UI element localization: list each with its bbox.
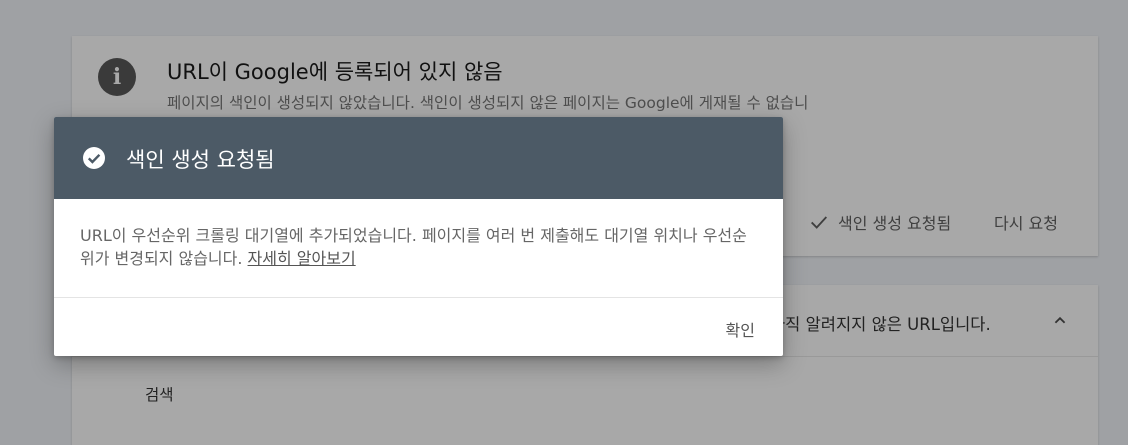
search-label: 검색 [145, 386, 174, 404]
section-divider [72, 356, 1098, 357]
dialog-divider [54, 297, 783, 298]
check-circle-icon [83, 147, 105, 169]
learn-more-link[interactable]: 자세히 알아보기 [248, 249, 356, 268]
indexing-requested-label: 색인 생성 요청됨 [838, 214, 952, 233]
indexing-requested-dialog: 색인 생성 요청됨 URL이 우선순위 크롤링 대기열에 추가되었습니다. 페이… [54, 117, 783, 356]
check-icon [811, 216, 828, 229]
info-icon: i [98, 58, 136, 96]
ok-button[interactable]: 확인 [726, 317, 755, 341]
chevron-up-icon[interactable] [1049, 309, 1071, 331]
dialog-header: 색인 생성 요청됨 [54, 117, 783, 199]
indexing-requested-status: 색인 생성 요청됨 [808, 210, 951, 234]
unknown-url-text: 아직 알려지지 않은 URL입니다. [770, 315, 991, 334]
dialog-body-text: URL이 우선순위 크롤링 대기열에 추가되었습니다. 페이지를 여러 번 제출… [80, 226, 747, 268]
status-title: URL이 Google에 등록되어 있지 않음 [167, 60, 503, 84]
dialog-message: URL이 우선순위 크롤링 대기열에 추가되었습니다. 페이지를 여러 번 제출… [80, 224, 760, 270]
retry-request-button[interactable]: 다시 요청 [994, 210, 1058, 234]
dialog-title: 색인 생성 요청됨 [126, 148, 275, 172]
